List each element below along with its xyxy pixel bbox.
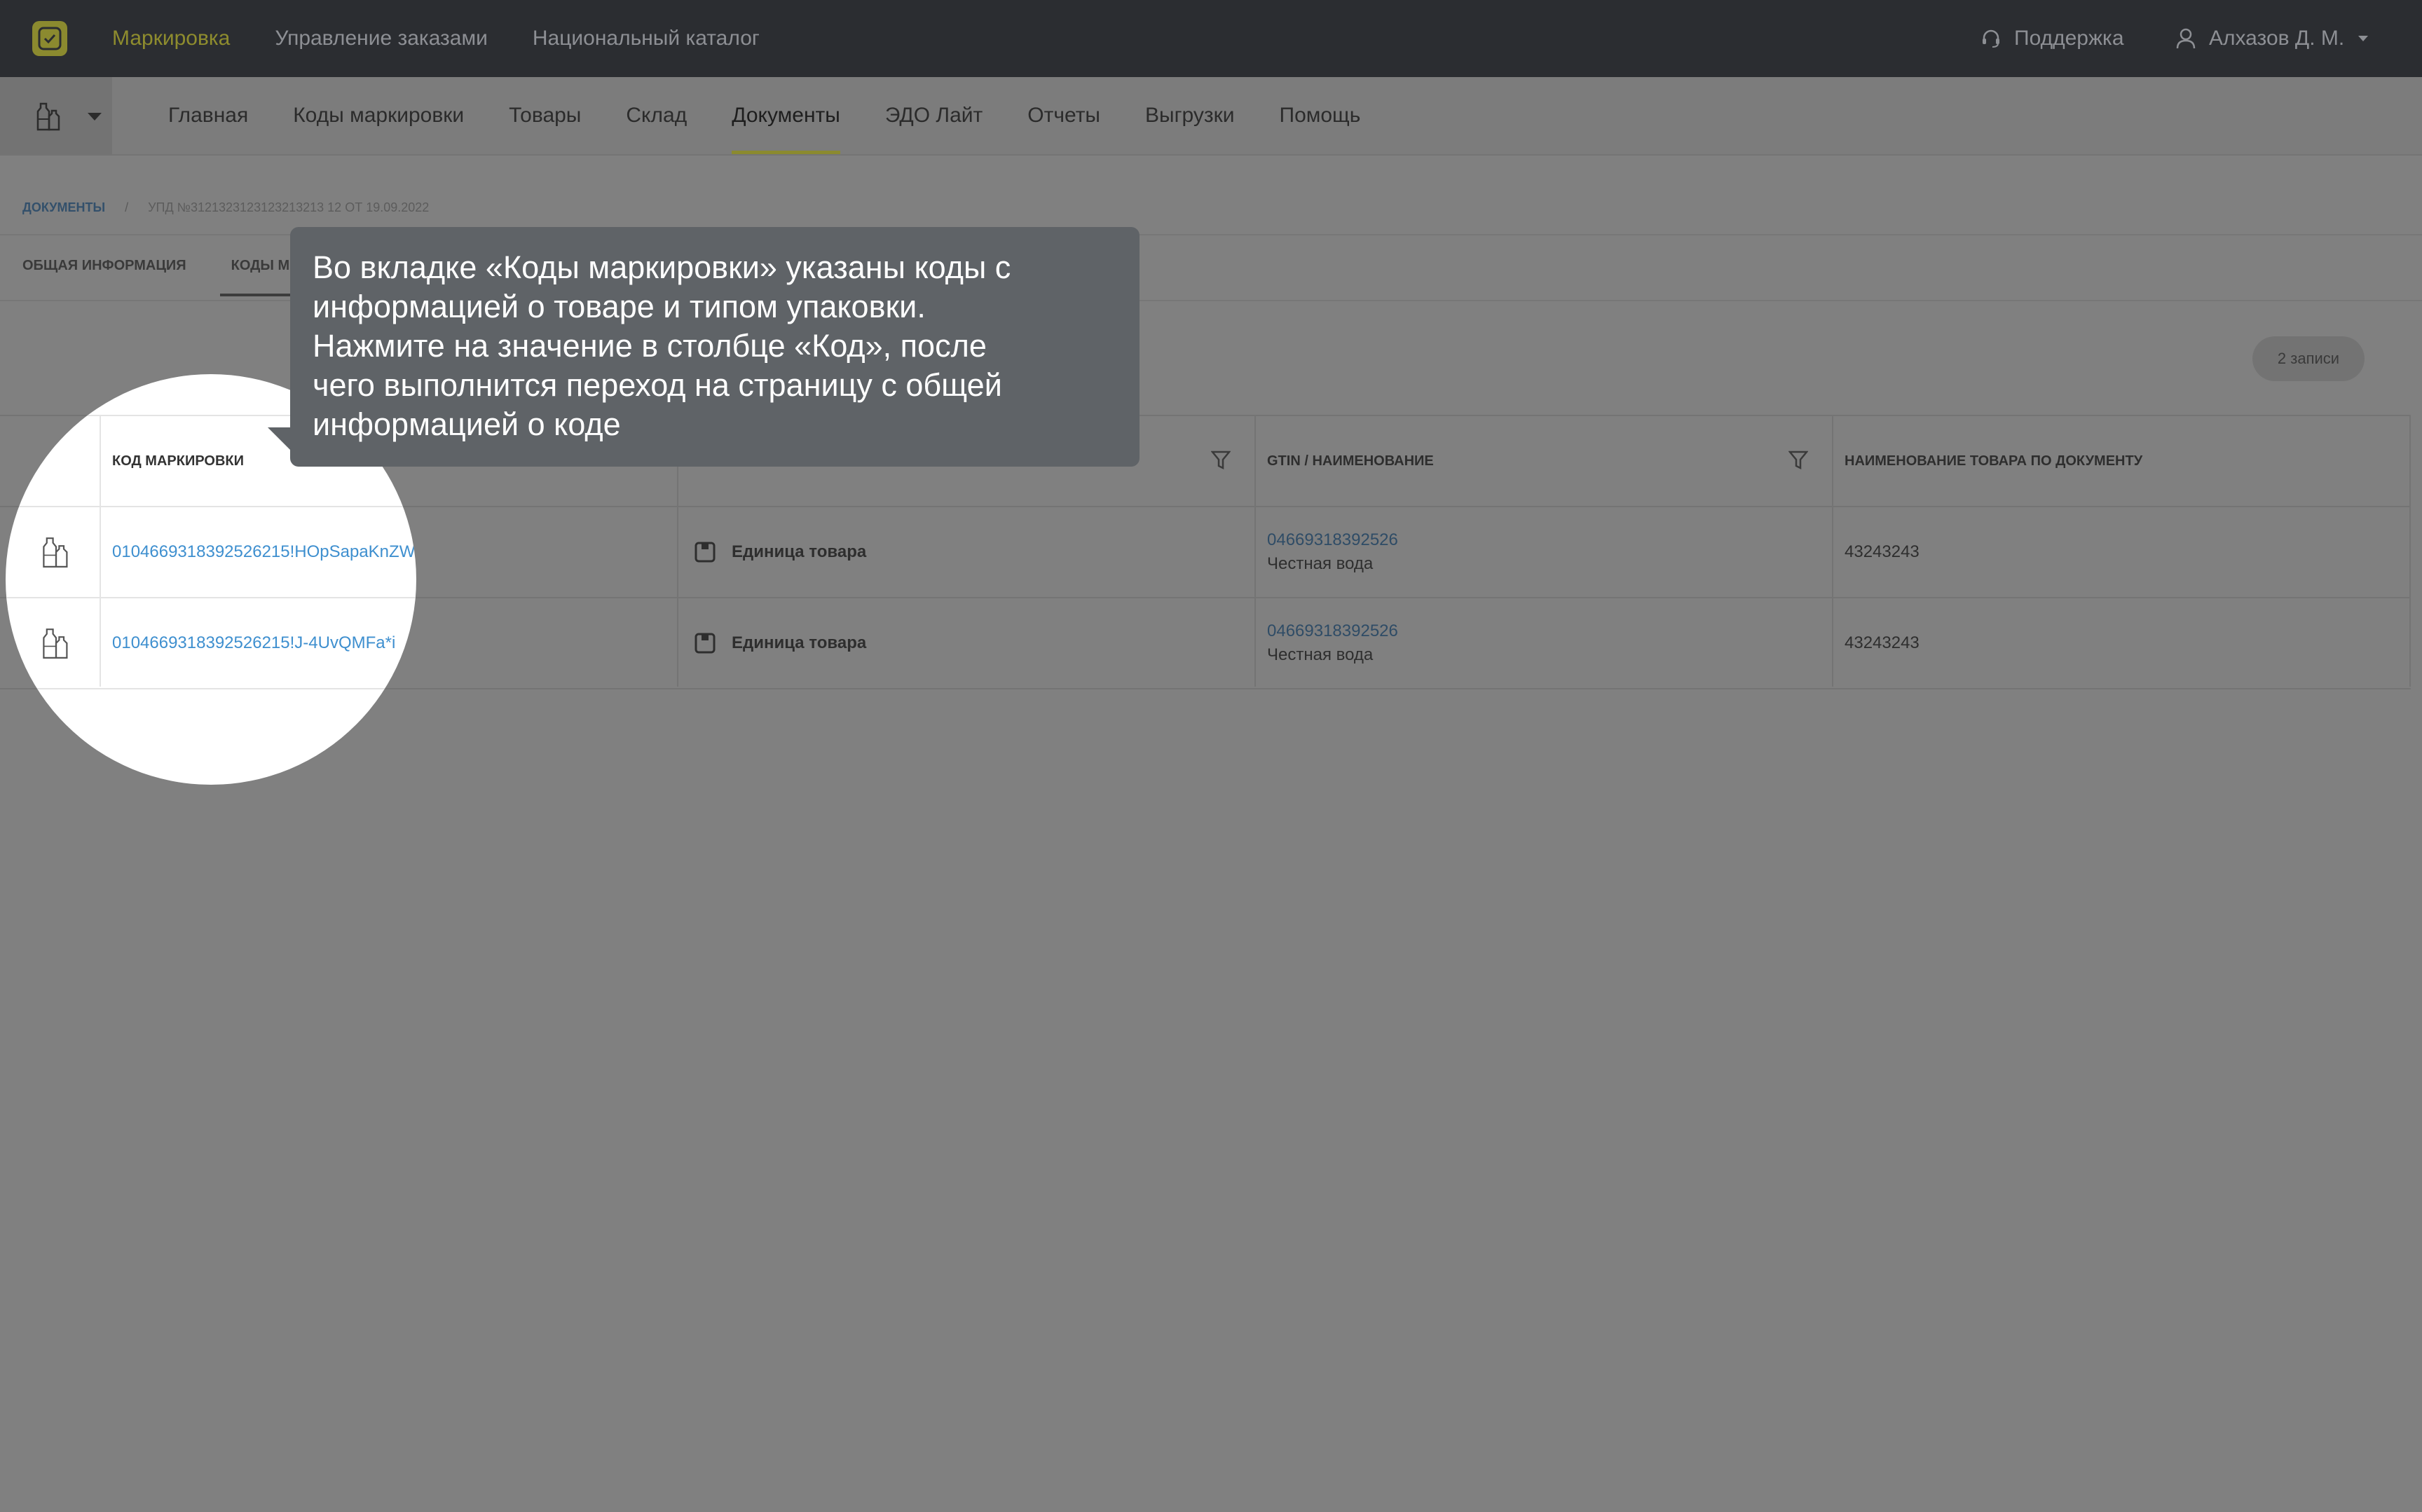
nav-warehouse[interactable]: Склад (626, 77, 687, 154)
header-doc-name[interactable]: Наименование товара по документу (1845, 416, 2142, 506)
package-type: Единица товара (694, 507, 866, 597)
bottles-icon (41, 507, 71, 597)
bottles-icon (41, 598, 71, 688)
gtin-link[interactable]: 04669318392526 (1267, 621, 1398, 641)
records-count-badge: 2 записи (2252, 336, 2365, 381)
user-icon (2176, 28, 2196, 49)
breadcrumb-documents[interactable]: Документы (22, 200, 105, 215)
section-nav: Главная Коды маркировки Товары Склад Док… (0, 77, 2422, 156)
marking-code-link[interactable]: 0104669318392526215!J-4UvQMFa*i (112, 633, 395, 653)
chevron-down-icon (88, 113, 102, 121)
doc-name-cell: 43243243 (1845, 633, 1920, 652)
product-group-selector[interactable] (0, 77, 147, 154)
breadcrumb: Документы / УПД №3121323123123213213 12 … (22, 200, 429, 215)
chevron-down-icon (2358, 36, 2369, 41)
package-type: Единица товара (694, 598, 866, 688)
product-name: Честная вода (1267, 645, 1374, 664)
breadcrumb-separator: / (125, 200, 129, 214)
column-divider (100, 415, 101, 687)
user-menu[interactable]: Алхазов Д. М. (2175, 0, 2369, 77)
marking-code-cell: 0104669318392526215!J-4UvQMFa*i (112, 598, 395, 688)
nav-home[interactable]: Главная (168, 77, 248, 154)
tab-marking-codes[interactable]: Коды м (219, 258, 317, 296)
marking-logo-icon[interactable] (32, 21, 67, 56)
tooltip-text: Во вкладке «Коды маркировки» указаны код… (313, 249, 1011, 442)
document-tabs: Общая информация Коды м (22, 258, 317, 296)
header-gtin[interactable]: GTIN / наименование (1267, 416, 1434, 506)
product-name: Честная вода (1267, 554, 1374, 573)
support-label: Поддержка (2014, 27, 2124, 50)
column-divider (2409, 415, 2411, 687)
support-link[interactable]: Поддержка (1980, 0, 2124, 77)
top-nav-catalog[interactable]: Национальный каталог (533, 27, 760, 50)
column-divider (1832, 415, 1833, 687)
gtin-link[interactable]: 04669318392526 (1267, 530, 1398, 550)
bottles-icon (36, 102, 60, 131)
gtin-cell: 04669318392526 Честная вода (1267, 598, 1398, 688)
top-nav: Маркировка Управление заказами Националь… (112, 0, 760, 77)
tab-general-info[interactable]: Общая информация (22, 258, 186, 296)
gtin-cell: 04669318392526 Честная вода (1267, 507, 1398, 597)
user-name: Алхазов Д. М. (2209, 27, 2345, 50)
nav-help[interactable]: Помощь (1280, 77, 1361, 154)
headset-icon (1983, 29, 1999, 48)
nav-documents[interactable]: Документы (732, 77, 840, 154)
breadcrumb-current: УПД №3121323123123213213 12 от 19.09.202… (148, 200, 430, 214)
top-bar: Маркировка Управление заказами Националь… (0, 0, 2422, 78)
top-nav-orders[interactable]: Управление заказами (275, 27, 488, 50)
section-nav-links: Главная Коды маркировки Товары Склад Док… (168, 77, 1360, 154)
package-unit-icon (695, 542, 716, 563)
doc-name-cell: 43243243 (1845, 542, 1920, 561)
nav-products[interactable]: Товары (509, 77, 581, 154)
nav-exports[interactable]: Выгрузки (1145, 77, 1235, 154)
filter-icon[interactable] (1211, 450, 1231, 471)
nav-edo-lite[interactable]: ЭДО Лайт (885, 77, 983, 154)
marking-code-cell: 0104669318392526215!HOpSapaKnZW (112, 507, 415, 597)
top-nav-marking[interactable]: Маркировка (112, 27, 230, 50)
marking-code-link[interactable]: 0104669318392526215!HOpSapaKnZW (112, 542, 415, 562)
filter-icon[interactable] (1788, 450, 1808, 471)
package-unit-icon (695, 633, 716, 654)
header-code[interactable]: Код маркировки (112, 416, 244, 506)
nav-reports[interactable]: Отчеты (1027, 77, 1100, 154)
onboarding-tooltip: Во вкладке «Коды маркировки» указаны код… (290, 227, 1140, 467)
nav-marking-codes[interactable]: Коды маркировки (293, 77, 464, 154)
column-divider (1254, 415, 1256, 687)
